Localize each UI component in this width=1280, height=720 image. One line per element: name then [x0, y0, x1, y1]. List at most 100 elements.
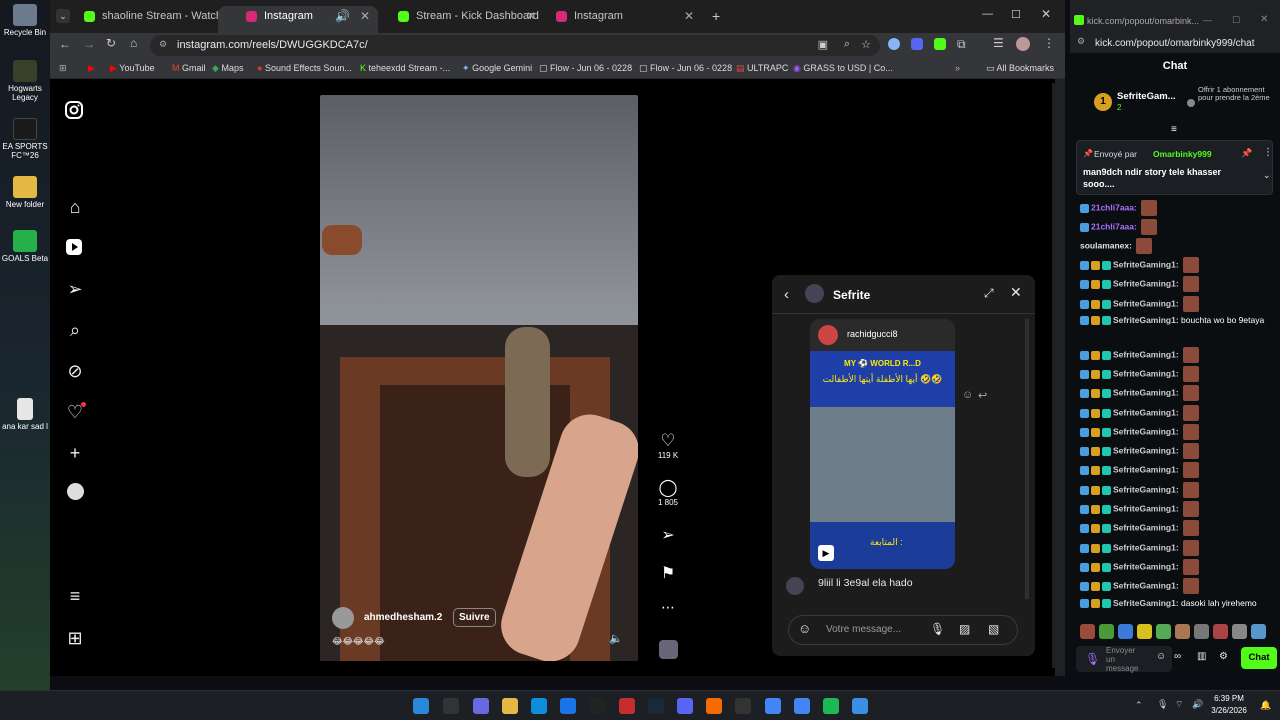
pen-icon[interactable]: [443, 698, 459, 714]
follow-button[interactable]: Suivre: [453, 608, 496, 627]
zoom-icon[interactable]: ⌕: [844, 38, 850, 51]
extensions-puzzle-icon[interactable]: ⧉: [957, 37, 966, 52]
emote-icon[interactable]: [1175, 624, 1190, 639]
microphone-icon[interactable]: 🎙: [1085, 652, 1100, 666]
message-input[interactable]: ☺ Votre message... 🎙 ▨ ▧: [788, 615, 1018, 645]
shared-reel-card[interactable]: rachidgucci8 MY ⚽ WORLD R...D أيها الأطف…: [810, 319, 955, 569]
bookmark-youtube-icon[interactable]: ▶: [88, 63, 95, 74]
address-bar[interactable]: ⚙ instagram.com/reels/DWUGGKDCA7c/ ▣ ⌕ ☆: [150, 35, 880, 56]
chat-username[interactable]: SefriteGaming1: [1113, 580, 1176, 590]
emote-icon[interactable]: [1156, 624, 1171, 639]
menu-kebab-icon[interactable]: ⋮: [1043, 36, 1055, 50]
chat-username[interactable]: SefriteGaming1: [1113, 349, 1176, 359]
all-bookmarks-folder[interactable]: ▭ All Bookmarks: [986, 63, 1054, 74]
chat-username[interactable]: SefriteGaming1: [1113, 387, 1176, 397]
home-icon[interactable]: ⌂: [130, 36, 137, 50]
audio-thumbnail[interactable]: [659, 640, 678, 659]
kick-url[interactable]: kick.com/popout/omarbinky999/chat: [1095, 38, 1255, 49]
tab-kick-stream[interactable]: shaoline Stream - Watch Live o✕: [56, 6, 234, 33]
close-tab-icon[interactable]: ✕: [684, 9, 694, 23]
edge-icon[interactable]: [531, 698, 547, 714]
store-icon[interactable]: ▥: [1197, 651, 1206, 662]
desktop-icon-hogwarts[interactable]: Hogwarts Legacy: [0, 60, 50, 102]
emote-icon[interactable]: [1080, 624, 1095, 639]
reply-icon[interactable]: ↩: [978, 389, 987, 402]
volume-icon[interactable]: 🔊: [1192, 699, 1203, 710]
emoji-icon[interactable]: ☺: [798, 621, 811, 636]
emote-icon[interactable]: [1118, 624, 1133, 639]
save-bookmark-icon[interactable]: ⚑: [656, 563, 680, 583]
instagram-logo-icon[interactable]: [64, 100, 86, 122]
tab-kick-dashboard[interactable]: Stream - Kick Dashboard ✕: [370, 6, 544, 33]
close-window-button[interactable]: ✕: [1041, 7, 1051, 21]
contact-avatar[interactable]: [805, 284, 824, 303]
scrollbar[interactable]: [1025, 319, 1029, 599]
close-window-button[interactable]: ✕: [1260, 14, 1268, 25]
spotify-icon[interactable]: [823, 698, 839, 714]
chat-username[interactable]: SefriteGaming1: [1113, 598, 1176, 608]
clock-time[interactable]: 6:39 PM: [1210, 694, 1248, 703]
emote-icon[interactable]: [1213, 624, 1228, 639]
unpin-icon[interactable]: 📌: [1241, 148, 1252, 159]
tab-instagram[interactable]: Instagram ✕: [528, 6, 702, 33]
minimize-button[interactable]: —: [1203, 15, 1212, 25]
copilot-icon[interactable]: [473, 698, 489, 714]
steam-icon[interactable]: [648, 698, 664, 714]
tab-instagram-active[interactable]: Instagram 🔊 ✕: [218, 6, 378, 33]
chevron-down-icon[interactable]: ⌄: [1263, 170, 1271, 181]
pinned-by-user[interactable]: Omarbinky999: [1153, 149, 1212, 159]
bookmark-gmail[interactable]: M Gmail: [172, 63, 206, 73]
desktop-icon-ea-fc[interactable]: EA SPORTS FC™26: [0, 118, 50, 160]
reload-icon[interactable]: ↻: [106, 36, 116, 50]
notifications-heart-icon[interactable]: ♡: [64, 401, 86, 423]
comment-action[interactable]: ◯ 1 805: [656, 478, 680, 507]
chrome-active-icon[interactable]: [794, 698, 810, 714]
chat-username[interactable]: SefriteGaming1: [1113, 259, 1176, 269]
chat-username[interactable]: SefriteGaming1: [1113, 445, 1176, 455]
info-icon[interactable]: [1187, 99, 1195, 107]
more-menu-icon[interactable]: ≡: [64, 585, 86, 607]
close-tab-icon[interactable]: ✕: [360, 9, 370, 23]
emote-icon[interactable]: [1099, 624, 1114, 639]
send-chat-button[interactable]: Chat: [1241, 647, 1277, 669]
link-icon[interactable]: ∞: [1174, 651, 1181, 662]
chat-username[interactable]: SefriteGaming1: [1113, 522, 1176, 532]
start-icon[interactable]: [413, 698, 429, 714]
share-icon[interactable]: ➢: [656, 525, 680, 545]
reading-list-icon[interactable]: ☰: [993, 36, 1004, 50]
sticker-icon[interactable]: ▧: [988, 622, 999, 636]
minimize-button[interactable]: —: [982, 8, 993, 20]
chat-username[interactable]: SefriteGaming1: [1113, 368, 1176, 378]
chat-username[interactable]: SefriteGaming1: [1113, 426, 1176, 436]
image-icon[interactable]: ▨: [959, 622, 970, 636]
acrobat-icon[interactable]: [619, 698, 635, 714]
chat-username[interactable]: SefriteGaming1: [1113, 484, 1176, 494]
bookmarks-overflow-icon[interactable]: »: [955, 63, 960, 73]
bookmark-ultrapc[interactable]: ▤ ULTRAPC: [736, 63, 788, 74]
emote-icon[interactable]: [1194, 624, 1209, 639]
reel-video[interactable]: ahmedhesham.2 Suivre 😂😂😂😂😂 🔈: [320, 95, 638, 661]
mute-icon[interactable]: 🔈: [609, 632, 623, 645]
chat-username[interactable]: SefriteGaming1: [1113, 464, 1176, 474]
discord-icon[interactable]: [677, 698, 693, 714]
maximize-button[interactable]: ☐: [1011, 8, 1021, 21]
wifi-icon[interactable]: ⌔: [1175, 699, 1183, 710]
chat-username[interactable]: soulamanex: [1080, 240, 1129, 250]
app-icon[interactable]: [590, 698, 606, 714]
desktop-icon-recycle-bin[interactable]: Recycle Bin: [0, 4, 50, 37]
bookmark-flow-1[interactable]: ▢ Flow - Jun 06 - 0228: [539, 63, 632, 74]
create-plus-icon[interactable]: +: [64, 442, 86, 464]
extension-icon[interactable]: [911, 38, 923, 50]
pinned-menu-icon[interactable]: ⋮: [1263, 147, 1273, 158]
file-explorer-icon[interactable]: [502, 698, 518, 714]
clock-date[interactable]: 3/26/2026: [1205, 706, 1253, 715]
bookmark-grass[interactable]: ◉ GRASS to USD | Co...: [793, 63, 893, 74]
messages-icon[interactable]: ➢: [64, 278, 86, 300]
expand-icon[interactable]: ⤢: [984, 286, 994, 301]
bookmark-flow-2[interactable]: ▢ Flow - Jun 06 - 0228: [639, 63, 732, 74]
chat-username[interactable]: SefriteGaming1: [1113, 503, 1176, 513]
chrome-icon[interactable]: [765, 698, 781, 714]
dm-title[interactable]: Sefrite: [833, 288, 870, 302]
bookmark-gemini[interactable]: ✦ Google Gemini: [462, 63, 532, 74]
close-icon[interactable]: ✕: [1010, 284, 1022, 301]
